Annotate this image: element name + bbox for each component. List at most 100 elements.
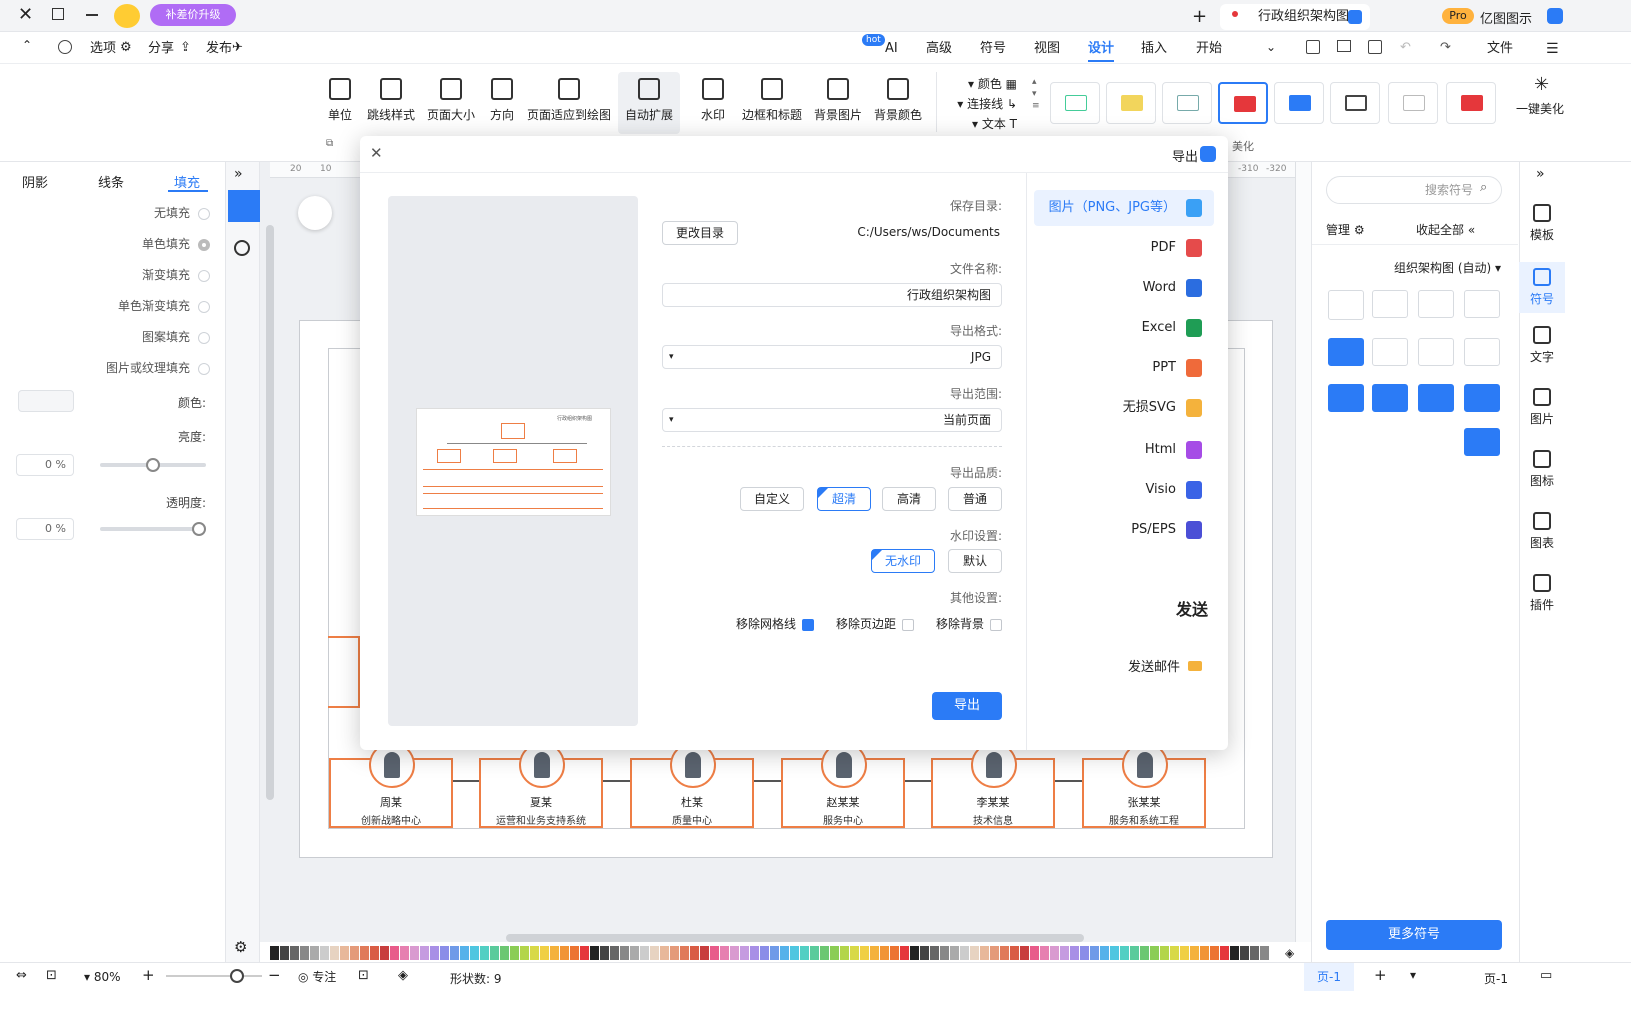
style-thumb-7[interactable]	[1106, 82, 1156, 124]
color-swatch[interactable]	[430, 946, 439, 960]
color-swatch[interactable]	[460, 946, 469, 960]
strip-templates[interactable]: 模板	[1522, 204, 1562, 243]
color-swatch[interactable]	[320, 946, 329, 960]
fullscreen-icon[interactable]: ⇔	[16, 968, 27, 983]
color-swatch[interactable]	[850, 946, 859, 960]
menu-view[interactable]: 视图	[1034, 40, 1060, 58]
tab-document[interactable]: 行政组织架构图	[1220, 4, 1370, 30]
file-name-input[interactable]: 行政组织架构图	[662, 283, 1002, 307]
tab-shadow[interactable]: 阴影	[22, 172, 48, 191]
connector-dropdown[interactable]: ▾ 连接线 ↳	[945, 94, 1017, 114]
color-swatch[interactable]	[1040, 946, 1049, 960]
org-card-partial[interactable]	[328, 636, 360, 708]
color-swatch[interactable]	[710, 946, 719, 960]
color-swatch[interactable]	[1190, 946, 1199, 960]
org-node[interactable]: 杜某 质量中心	[630, 742, 754, 828]
color-swatch[interactable]	[680, 946, 689, 960]
color-swatch[interactable]	[660, 946, 669, 960]
menu-options[interactable]: 选项	[90, 40, 116, 58]
org-symbol[interactable]	[1464, 338, 1500, 366]
fit-page-icon[interactable]: ⊡	[46, 968, 57, 983]
format-ps-eps[interactable]: PS/EPS	[1034, 512, 1214, 548]
format-pdf[interactable]: PDF	[1034, 230, 1214, 266]
color-swatch[interactable]	[440, 946, 449, 960]
menu-insert[interactable]: 插入	[1141, 40, 1167, 58]
color-swatch[interactable]	[360, 946, 369, 960]
color-swatch[interactable]	[1050, 946, 1059, 960]
close-window-icon[interactable]: ✕	[18, 4, 33, 25]
org-node[interactable]: 赵某某 服务中心	[781, 742, 905, 828]
transparency-slider[interactable]	[100, 527, 206, 531]
page-tab[interactable]: 页-1	[1304, 963, 1354, 991]
org-node[interactable]: 李某某 技术信息	[931, 742, 1055, 828]
focus-button[interactable]: ◎ 专注	[298, 968, 336, 985]
color-swatch[interactable]	[530, 946, 539, 960]
mascot-icon[interactable]	[114, 4, 140, 28]
color-swatch[interactable]	[330, 946, 339, 960]
print-icon[interactable]	[1337, 40, 1351, 52]
color-swatch[interactable]	[1250, 946, 1259, 960]
color-swatch[interactable]	[270, 946, 279, 960]
style-thumb-4[interactable]	[1274, 82, 1324, 124]
color-swatch[interactable]	[890, 946, 899, 960]
menu-share[interactable]: 分享	[148, 40, 174, 58]
color-swatch[interactable]	[990, 946, 999, 960]
strip-images[interactable]: 图片	[1522, 388, 1562, 427]
fill-option-gradient[interactable]: 渐变填充	[100, 266, 210, 283]
new-tab-icon[interactable]: +	[1192, 6, 1207, 27]
hamburger-icon[interactable]: ☰	[1546, 41, 1559, 57]
color-swatch[interactable]	[1170, 946, 1179, 960]
color-swatch[interactable]	[1000, 946, 1009, 960]
zoom-level[interactable]: ▾ 80%	[84, 970, 121, 984]
color-swatch[interactable]	[310, 946, 319, 960]
color-swatch[interactable]	[630, 946, 639, 960]
color-swatch[interactable]	[1130, 946, 1139, 960]
zoom-knob[interactable]	[230, 969, 244, 983]
color-swatch[interactable]	[740, 946, 749, 960]
color-swatch[interactable]	[1020, 946, 1029, 960]
color-swatch[interactable]	[370, 946, 379, 960]
style-thumb-5[interactable]	[1218, 82, 1268, 124]
color-swatch[interactable]	[820, 946, 829, 960]
ribbon-border-title[interactable]: 边框和标题	[740, 72, 804, 134]
manage-button[interactable]: 管理 ⚙	[1326, 221, 1365, 238]
style-tool-icon[interactable]	[234, 240, 250, 256]
color-swatch[interactable]	[1220, 946, 1229, 960]
org-symbol[interactable]	[1328, 338, 1364, 366]
color-picker[interactable]	[18, 390, 74, 412]
close-dialog-icon[interactable]: ✕	[370, 144, 383, 162]
strip-charts[interactable]: 图表	[1522, 512, 1562, 551]
horizontal-scrollbar[interactable]	[506, 934, 1084, 942]
ribbon-background-image[interactable]: 背景图片	[810, 72, 866, 134]
color-dropdown[interactable]: ▾ 颜色 ▦	[945, 74, 1017, 94]
color-swatch[interactable]	[720, 946, 729, 960]
brightness-knob[interactable]	[146, 458, 160, 472]
fill-option-pattern[interactable]: 图案填充	[100, 328, 210, 345]
tab-line[interactable]: 线条	[98, 172, 124, 191]
watermark-default[interactable]: 默认	[948, 549, 1002, 573]
fill-option-solid[interactable]: 单色填充	[100, 235, 210, 252]
settings-gear-icon[interactable]: ⚙	[234, 938, 247, 956]
page-name[interactable]: 页-1	[1484, 970, 1508, 987]
org-symbol[interactable]	[1464, 428, 1500, 456]
style-thumb-1[interactable]	[1446, 82, 1496, 124]
color-swatch[interactable]	[1240, 946, 1249, 960]
color-swatch[interactable]	[1090, 946, 1099, 960]
color-swatch[interactable]	[870, 946, 879, 960]
send-email-button[interactable]: 发送邮件	[1110, 656, 1202, 675]
color-swatch[interactable]	[480, 946, 489, 960]
format-visio[interactable]: Visio	[1034, 472, 1214, 508]
style-thumb-8[interactable]	[1050, 82, 1100, 124]
color-swatch[interactable]	[690, 946, 699, 960]
color-swatch[interactable]	[500, 946, 509, 960]
org-symbol[interactable]	[1372, 384, 1408, 412]
color-swatch[interactable]	[1110, 946, 1119, 960]
collapse-strip-icon[interactable]: »	[1536, 166, 1545, 182]
format-image[interactable]: 图片（PNG、JPG等）	[1034, 190, 1214, 226]
transparency-knob[interactable]	[192, 522, 206, 536]
color-swatch[interactable]	[280, 946, 289, 960]
option-remove-margin[interactable]: 移除页边距	[800, 615, 914, 632]
one-click-beautify-button[interactable]: 一键美化	[1516, 100, 1564, 117]
org-symbol[interactable]	[1464, 384, 1500, 412]
style-scroll-icon[interactable]: ▴ ▾ ≡	[1032, 76, 1040, 112]
